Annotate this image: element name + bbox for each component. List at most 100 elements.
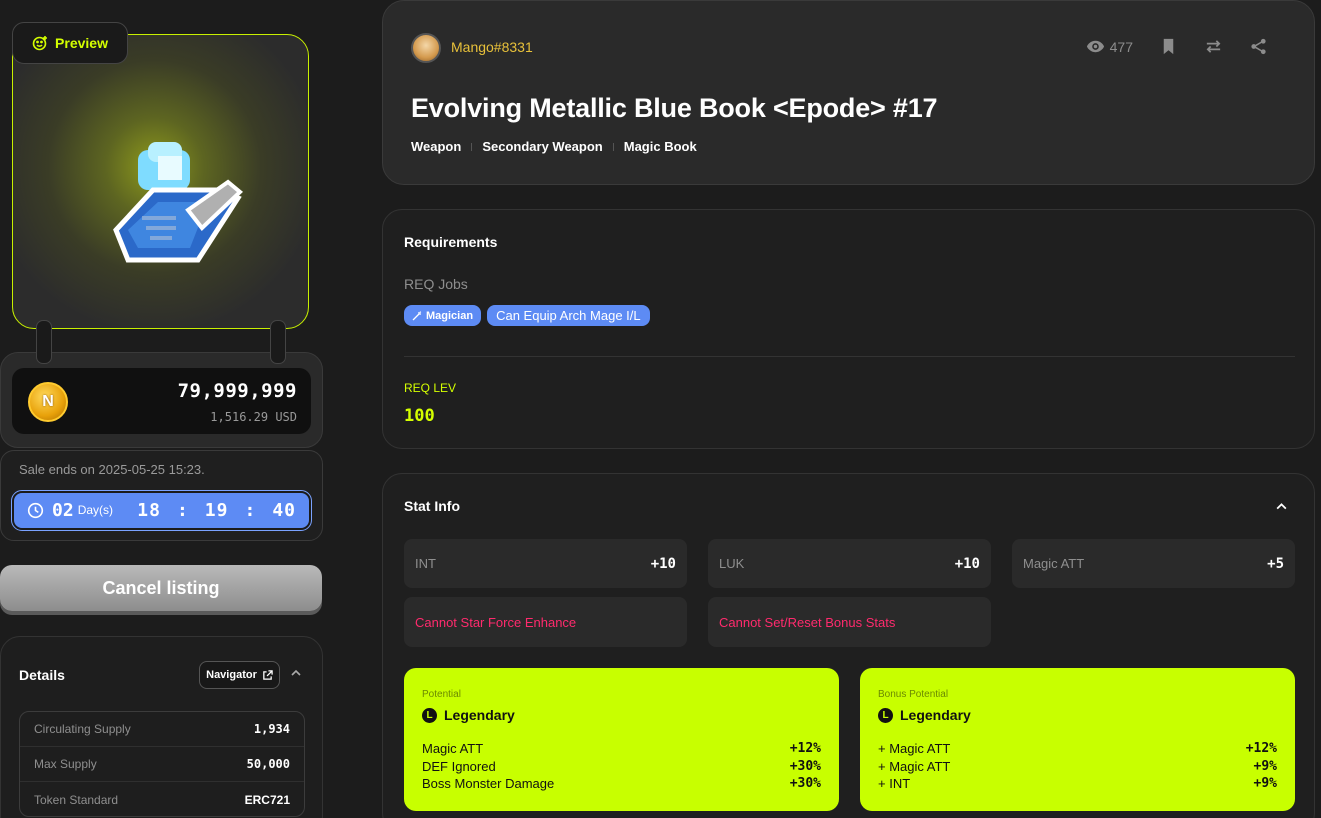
potential-card: Potential L Legendary Magic ATT +12% DEF … [404,668,839,811]
price-usd: 1,516.29 USD [210,410,297,424]
bonus-potential-value: +9% [1253,776,1277,791]
details-value: 1,934 [253,722,290,736]
legendary-icon: L [422,707,437,723]
countdown-sep: : [244,500,257,521]
nxpc-coin-icon: N [28,382,68,422]
req-lev-value: 100 [404,406,435,426]
details-key: Max Supply [34,757,97,771]
details-row: Max Supply 50,000 [20,747,304,782]
warning-text: Cannot Set/Reset Bonus Stats [719,614,896,630]
bonus-potential-line: + INT +9% [878,776,1277,794]
bookmark-icon[interactable] [1159,37,1178,56]
warning-text: Cannot Star Force Enhance [415,614,577,630]
chevron-up-icon[interactable] [1275,500,1288,513]
bonus-potential-line: + Magic ATT +9% [878,759,1277,777]
details-key: Token Standard [34,792,119,807]
bonus-potential-key: + Magic ATT [878,741,951,756]
cancel-listing-button[interactable]: Cancel listing [0,565,322,611]
countdown-seconds: 40 [272,500,296,521]
seller-avatar[interactable] [411,33,441,63]
bonus-potential-value: +12% [1245,741,1277,756]
stat-cell: INT +10 [404,539,687,588]
share-icon[interactable] [1249,37,1268,56]
potential-line: Magic ATT +12% [422,741,821,759]
bonus-potential-label: Bonus Potential [878,689,949,700]
countdown-minutes: 19 [204,500,229,521]
stat-key: Magic ATT [1023,556,1085,571]
details-row: Token Standard ERC721 [20,782,304,816]
divider [404,356,1295,357]
crumb-separator [471,142,473,151]
job-badge-label: Magician [426,309,474,322]
sale-box: Sale ends on 2025-05-25 15:23. 02 Day(s)… [0,450,323,541]
item-header-card: Mango#8331 477 Evolving Metallic Blue Bo… [382,0,1315,185]
potential-label: Potential [422,689,461,700]
potential-grade: L Legendary [422,707,515,723]
requirements-title: Requirements [404,234,498,250]
item-preview-card [12,34,309,329]
details-panel: Details Navigator Circulating Supply 1,93… [0,636,323,818]
sale-ends-text: Sale ends on 2025-05-25 15:23. [19,462,205,477]
stat-key: INT [415,556,436,571]
potential-key: Boss Monster Damage [422,776,555,791]
potential-key: Magic ATT [422,741,484,756]
bonus-potential-line: + Magic ATT +12% [878,741,1277,759]
crumb-separator [612,142,614,151]
smile-icon [32,36,48,51]
wand-icon [412,310,422,320]
hanger-peg-left [36,320,52,364]
navigator-label: Navigator [206,669,257,681]
job-badges: Magician Can Equip Arch Mage I/L [404,305,650,326]
stat-cell: LUK +10 [708,539,991,588]
clock-icon [27,502,44,519]
potential-value: +30% [789,758,821,774]
view-count: 477 [1086,37,1133,56]
crumb-category[interactable]: Weapon [411,139,461,154]
preview-tab[interactable]: Preview [12,22,128,64]
details-row: Circulating Supply 1,934 [20,712,304,747]
external-link-icon [263,669,273,680]
header-actions: 477 [1086,37,1268,56]
price-amount: 79,999,999 [177,380,297,402]
bonus-potential-grade-label: Legendary [900,707,971,723]
potential-grade-label: Legendary [444,707,515,723]
seller-name[interactable]: Mango#8331 [451,39,533,55]
crumb-subcategory[interactable]: Secondary Weapon [482,139,602,154]
countdown-days: 02 [52,500,74,521]
item-image [113,142,244,263]
view-count-value: 477 [1109,38,1133,55]
req-lev-label: REQ LEV [404,381,457,395]
bonus-potential-key: + Magic ATT [878,758,951,774]
countdown-days-label: Day(s) [77,502,114,517]
price-inner: N 79,999,999 1,516.29 USD [12,368,311,434]
details-value: ERC721 [244,792,290,807]
stat-value: +5 [1267,555,1284,572]
job-note-badge: Can Equip Arch Mage I/L [487,305,650,326]
potential-value: +12% [789,741,821,756]
crumb-type[interactable]: Magic Book [624,139,697,154]
transfer-icon[interactable] [1204,37,1223,56]
potential-line: Boss Monster Damage +30% [422,776,821,794]
details-title: Details [19,667,65,683]
stat-key: LUK [719,556,745,571]
bonus-potential-key: + INT [878,776,911,791]
details-table: Circulating Supply 1,934 Max Supply 50,000… [19,711,305,817]
stat-cell: Magic ATT +5 [1012,539,1295,588]
price-box: N 79,999,999 1,516.29 USD [0,352,323,448]
potential-key: DEF Ignored [422,758,496,774]
countdown-timer: 02 Day(s) 18 : 19 : 40 [11,490,312,531]
countdown-sep: : [176,500,189,521]
chevron-up-icon[interactable] [290,667,302,679]
details-key: Circulating Supply [34,722,131,736]
navigator-button[interactable]: Navigator [199,661,280,689]
countdown-hours: 18 [137,500,161,521]
stat-value: +10 [954,555,980,572]
bonus-potential-card: Bonus Potential L Legendary + Magic ATT +… [860,668,1295,811]
stat-value: +10 [650,555,676,572]
countdown-hms: 18 : 19 : 40 [137,500,296,521]
warning-cell: Cannot Set/Reset Bonus Stats [708,597,991,647]
potential-line: DEF Ignored +30% [422,759,821,777]
stat-info-card: Stat Info INT +10 LUK +10 Magic ATT +5 Cann… [382,473,1315,818]
item-title: Evolving Metallic Blue Book <Epode> #17 [411,93,938,123]
category-breadcrumb: Weapon Secondary Weapon Magic Book [411,139,697,154]
